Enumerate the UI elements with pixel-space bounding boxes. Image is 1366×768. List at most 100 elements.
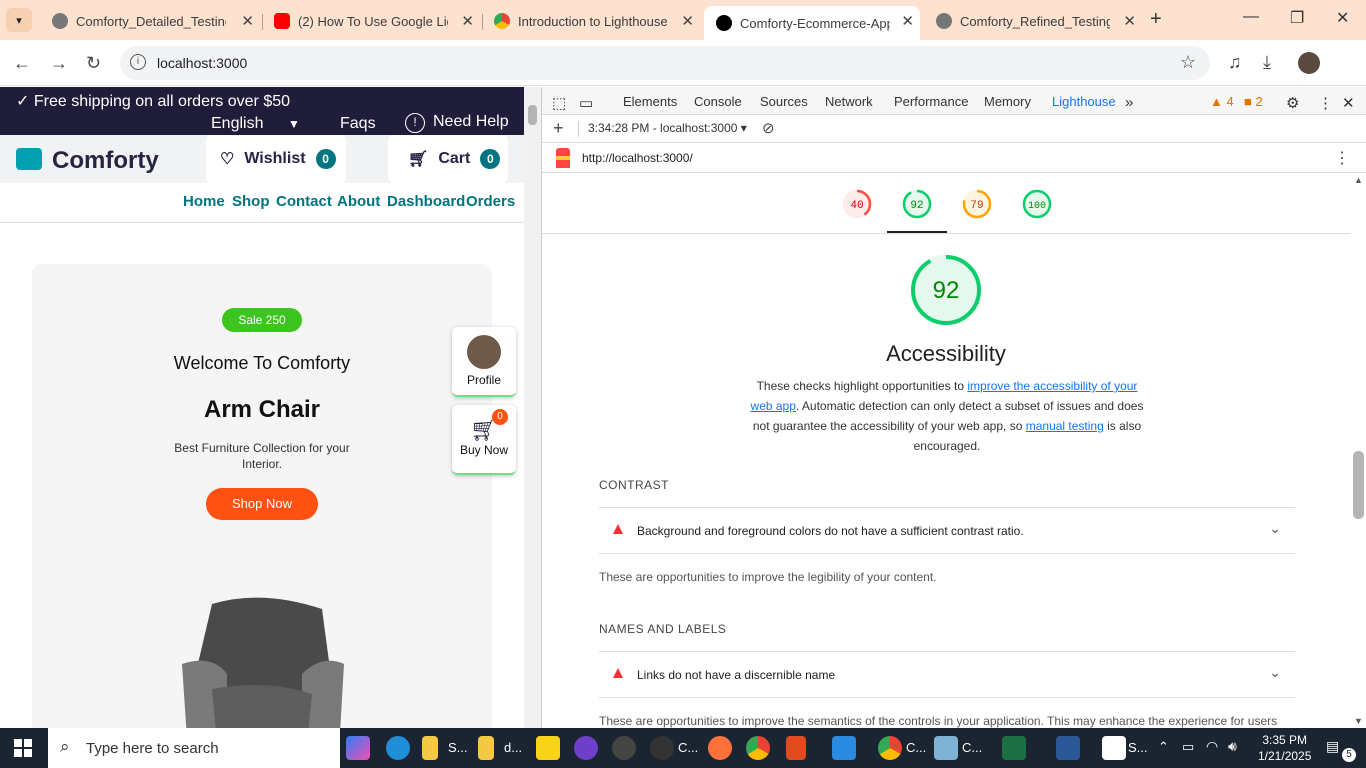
- wishlist-button[interactable]: ♡ Wishlist 0: [206, 135, 346, 183]
- folder-icon[interactable]: [422, 736, 438, 760]
- nav-about[interactable]: About: [337, 193, 380, 210]
- tab-elements[interactable]: Elements: [623, 94, 677, 109]
- media-controls-icon[interactable]: ♫: [1228, 52, 1242, 73]
- wifi-icon[interactable]: ◠: [1206, 738, 1218, 755]
- tab-search-button[interactable]: ▾: [6, 8, 32, 32]
- close-tab-icon[interactable]: ✕: [461, 12, 474, 30]
- more-tabs-icon[interactable]: »: [1125, 94, 1133, 111]
- report-selector[interactable]: 3:34:28 PM - localhost:3000 ▾: [588, 121, 747, 135]
- wishlist-count: 0: [315, 149, 336, 169]
- bookmark-star-icon[interactable]: ☆: [1180, 52, 1196, 73]
- buy-now-count: 0: [492, 409, 508, 425]
- manual-testing-link[interactable]: manual testing: [1026, 419, 1104, 433]
- page-scrollbar[interactable]: [524, 87, 541, 728]
- tab-memory[interactable]: Memory: [984, 94, 1031, 109]
- nav-home[interactable]: Home: [183, 193, 225, 210]
- close-tab-icon[interactable]: ✕: [241, 12, 254, 30]
- close-tab-icon[interactable]: ✕: [681, 12, 694, 30]
- warnings-counter[interactable]: ▲ 4: [1210, 94, 1234, 109]
- firefox-icon[interactable]: [708, 736, 732, 760]
- nav-contact[interactable]: Contact: [276, 193, 332, 210]
- minimize-icon[interactable]: —: [1243, 8, 1259, 26]
- clear-reports-icon[interactable]: ⊘: [762, 119, 775, 137]
- shop-now-button[interactable]: Shop Now: [206, 488, 318, 520]
- notepad-icon[interactable]: [934, 736, 958, 760]
- buy-now-widget[interactable]: 0 🛒︎ Buy Now: [452, 405, 516, 475]
- copilot-icon[interactable]: [346, 736, 370, 760]
- nav-dashboard[interactable]: Dashboard: [387, 193, 465, 210]
- cart-button[interactable]: 🛒︎ Cart 0: [388, 135, 508, 183]
- need-help-link[interactable]: ! Need Help: [405, 113, 509, 133]
- inspect-element-icon[interactable]: ⬚: [552, 94, 566, 112]
- reload-icon[interactable]: ↻: [86, 53, 101, 74]
- device-toolbar-icon[interactable]: ▭: [579, 94, 593, 112]
- close-devtools-icon[interactable]: ✕: [1342, 94, 1355, 112]
- audit-link-name[interactable]: Links do not have a discernible name ⌄: [599, 651, 1295, 698]
- vscode-icon[interactable]: [832, 736, 856, 760]
- folder-icon[interactable]: [478, 736, 494, 760]
- system-clock[interactable]: 3:35 PM 1/21/2025: [1258, 732, 1311, 764]
- close-tab-icon[interactable]: ✕: [1123, 12, 1136, 30]
- audit-color-contrast[interactable]: Background and foreground colors do not …: [599, 507, 1295, 554]
- volume-icon[interactable]: 🔊︎: [1228, 738, 1237, 755]
- nav-orders[interactable]: Orders: [466, 193, 515, 210]
- tab-lighthouse[interactable]: Lighthouse: [1042, 94, 1126, 117]
- close-window-icon[interactable]: ✕: [1336, 8, 1349, 28]
- taskbar-search[interactable]: ⌕ Type here to search: [48, 728, 340, 768]
- browser-tab-1[interactable]: Comforty_Detailed_Testing_A ✕: [40, 6, 260, 36]
- tab-sources[interactable]: Sources: [760, 94, 808, 109]
- tab-console[interactable]: Console: [694, 94, 742, 109]
- media-player-icon[interactable]: [536, 736, 560, 760]
- chatgpt-icon[interactable]: [650, 736, 674, 760]
- chrome-active-icon[interactable]: [878, 736, 902, 760]
- browser-tab-2[interactable]: (2) How To Use Google Lighth ✕: [262, 6, 480, 36]
- new-tab-button[interactable]: +: [1150, 8, 1162, 31]
- devtools-scrollbar[interactable]: ▲ ▼: [1350, 173, 1366, 728]
- issue-icon: ■: [1244, 94, 1252, 109]
- word-icon[interactable]: [1056, 736, 1080, 760]
- score-gauge-seo[interactable]: 100: [1021, 188, 1053, 220]
- score-gauge-accessibility[interactable]: 92: [901, 188, 933, 220]
- chrome-icon[interactable]: [746, 736, 770, 760]
- language-select[interactable]: English ▼: [211, 115, 300, 133]
- download-icon[interactable]: ⤓: [1263, 52, 1271, 73]
- browser-tab-3[interactable]: Introduction to Lighthouse ✕: [482, 6, 700, 36]
- github-icon[interactable]: [574, 736, 598, 760]
- tray-chevron-icon[interactable]: ⌃: [1158, 739, 1169, 755]
- browser-tab-active[interactable]: Comforty-Ecommerce-App ✕: [704, 6, 920, 40]
- score-gauge-performance[interactable]: 40: [841, 188, 873, 220]
- tab-performance[interactable]: Performance: [894, 94, 968, 109]
- excel-icon[interactable]: [1002, 736, 1026, 760]
- profile-widget[interactable]: Profile: [452, 327, 516, 397]
- tab-network[interactable]: Network: [825, 94, 873, 109]
- obs-icon[interactable]: [612, 736, 636, 760]
- image-viewer-icon[interactable]: [1102, 736, 1126, 760]
- close-tab-icon[interactable]: ✕: [901, 12, 914, 30]
- hero-banner: Sale 250 Welcome To Comforty Arm Chair B…: [32, 264, 492, 728]
- site-logo[interactable]: Comforty: [16, 147, 159, 175]
- settings-gear-icon[interactable]: ⚙: [1286, 94, 1299, 112]
- fail-triangle-icon: [613, 524, 623, 534]
- address-bar[interactable]: i localhost:3000 ☆: [120, 46, 1210, 80]
- report-menu-icon[interactable]: ⋮: [1334, 148, 1350, 168]
- windows-start-icon[interactable]: [14, 739, 32, 757]
- nav-shop[interactable]: Shop: [232, 193, 270, 210]
- issues-counter[interactable]: ■ 2: [1244, 94, 1263, 109]
- kebab-menu-icon[interactable]: ⋮: [1318, 94, 1333, 112]
- group-contrast-note: These are opportunities to improve the l…: [599, 570, 937, 584]
- office-icon[interactable]: [786, 736, 806, 760]
- forward-icon[interactable]: →: [50, 53, 68, 74]
- back-icon[interactable]: ←: [13, 53, 31, 74]
- browser-tab-5[interactable]: Comforty_Refined_Testing_A ✕: [924, 6, 1142, 36]
- profile-avatar[interactable]: [1298, 52, 1320, 74]
- notification-icon[interactable]: ▤: [1326, 738, 1339, 755]
- site-info-icon[interactable]: i: [130, 54, 146, 70]
- hero-welcome: Welcome To Comforty: [173, 353, 351, 373]
- battery-icon[interactable]: ▭: [1182, 739, 1194, 755]
- restore-icon[interactable]: ❐: [1290, 8, 1304, 28]
- edge-icon[interactable]: [386, 736, 410, 760]
- new-report-icon[interactable]: +: [553, 118, 564, 139]
- profile-avatar-image: [467, 335, 501, 369]
- faqs-link[interactable]: Faqs: [340, 115, 376, 133]
- score-gauge-best-practices[interactable]: 79: [961, 188, 993, 220]
